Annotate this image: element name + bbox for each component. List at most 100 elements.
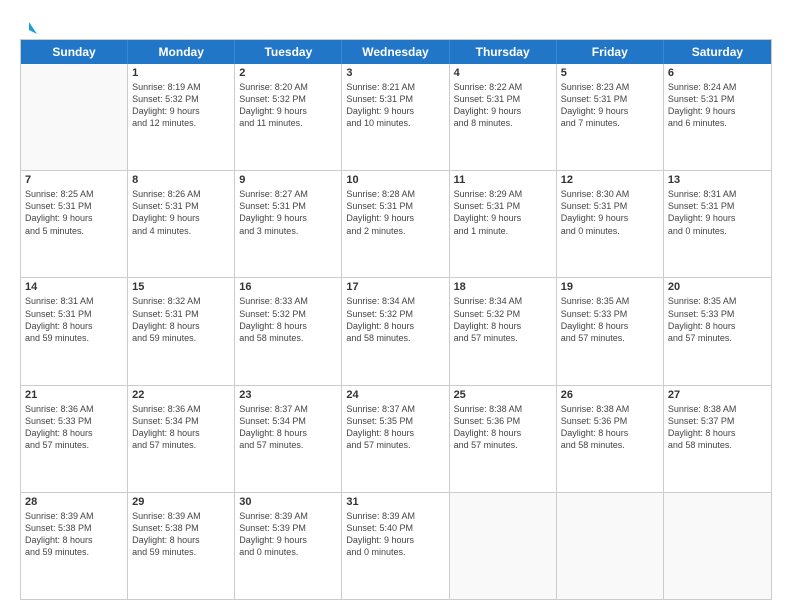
day-info: Sunrise: 8:37 AM Sunset: 5:35 PM Dayligh… bbox=[346, 403, 444, 452]
calendar-cell-1-3: 2 Sunrise: 8:20 AM Sunset: 5:32 PM Daylig… bbox=[235, 64, 342, 170]
calendar-cell-2-4: 10Sunrise: 8:28 AM Sunset: 5:31 PM Dayli… bbox=[342, 171, 449, 277]
header bbox=[20, 18, 772, 33]
calendar-week-3: 14 Sunrise: 8:31 AM Sunset: 5:31 PM Dayli… bbox=[21, 277, 771, 384]
day-number: 21 bbox=[25, 389, 123, 401]
calendar-week-5: 28 Sunrise: 8:39 AM Sunset: 5:38 PM Dayli… bbox=[21, 492, 771, 599]
day-number: 27 bbox=[668, 389, 767, 401]
calendar-cell-2-2: 8 Sunrise: 8:26 AM Sunset: 5:31 PM Daylig… bbox=[128, 171, 235, 277]
day-info: Sunrise: 8:39 AM Sunset: 5:38 PM Dayligh… bbox=[132, 510, 230, 559]
calendar-cell-1-4: 3 Sunrise: 8:21 AM Sunset: 5:31 PM Daylig… bbox=[342, 64, 449, 170]
calendar-cell-2-5: 11Sunrise: 8:29 AM Sunset: 5:31 PM Dayli… bbox=[450, 171, 557, 277]
calendar-cell-5-7 bbox=[664, 493, 771, 599]
calendar-body: 1 Sunrise: 8:19 AM Sunset: 5:32 PM Daylig… bbox=[21, 64, 771, 599]
day-number: 12 bbox=[561, 174, 659, 186]
calendar-cell-1-5: 4 Sunrise: 8:22 AM Sunset: 5:31 PM Daylig… bbox=[450, 64, 557, 170]
calendar-cell-4-1: 21Sunrise: 8:36 AM Sunset: 5:33 PM Dayli… bbox=[21, 386, 128, 492]
day-info: Sunrise: 8:38 AM Sunset: 5:37 PM Dayligh… bbox=[668, 403, 767, 452]
calendar-header-monday: Monday bbox=[128, 40, 235, 64]
day-number: 8 bbox=[132, 174, 230, 186]
calendar-week-1: 1 Sunrise: 8:19 AM Sunset: 5:32 PM Daylig… bbox=[21, 64, 771, 170]
day-number: 10 bbox=[346, 174, 444, 186]
day-number: 16 bbox=[239, 281, 337, 293]
calendar-header-wednesday: Wednesday bbox=[342, 40, 449, 64]
day-info: Sunrise: 8:34 AM Sunset: 5:32 PM Dayligh… bbox=[454, 295, 552, 344]
day-info: Sunrise: 8:24 AM Sunset: 5:31 PM Dayligh… bbox=[668, 81, 767, 130]
day-number: 5 bbox=[561, 67, 659, 79]
day-info: Sunrise: 8:39 AM Sunset: 5:39 PM Dayligh… bbox=[239, 510, 337, 559]
calendar-cell-4-4: 24 Sunrise: 8:37 AM Sunset: 5:35 PM Dayli… bbox=[342, 386, 449, 492]
calendar-cell-2-1: 7 Sunrise: 8:25 AM Sunset: 5:31 PM Daylig… bbox=[21, 171, 128, 277]
day-number: 13 bbox=[668, 174, 767, 186]
day-number: 2 bbox=[239, 67, 337, 79]
calendar-cell-3-5: 18 Sunrise: 8:34 AM Sunset: 5:32 PM Dayli… bbox=[450, 278, 557, 384]
day-info: Sunrise: 8:36 AM Sunset: 5:34 PM Dayligh… bbox=[132, 403, 230, 452]
day-info: Sunrise: 8:25 AM Sunset: 5:31 PM Dayligh… bbox=[25, 188, 123, 237]
day-number: 31 bbox=[346, 496, 444, 508]
day-info: Sunrise: 8:22 AM Sunset: 5:31 PM Dayligh… bbox=[454, 81, 552, 130]
calendar-cell-2-6: 12 Sunrise: 8:30 AM Sunset: 5:31 PM Dayli… bbox=[557, 171, 664, 277]
calendar-header-row: SundayMondayTuesdayWednesdayThursdayFrid… bbox=[21, 40, 771, 64]
day-number: 15 bbox=[132, 281, 230, 293]
day-number: 14 bbox=[25, 281, 123, 293]
calendar-cell-3-4: 17 Sunrise: 8:34 AM Sunset: 5:32 PM Dayli… bbox=[342, 278, 449, 384]
calendar-cell-1-6: 5 Sunrise: 8:23 AM Sunset: 5:31 PM Daylig… bbox=[557, 64, 664, 170]
calendar-cell-5-3: 30 Sunrise: 8:39 AM Sunset: 5:39 PM Dayli… bbox=[235, 493, 342, 599]
calendar-header-thursday: Thursday bbox=[450, 40, 557, 64]
calendar-cell-5-1: 28 Sunrise: 8:39 AM Sunset: 5:38 PM Dayli… bbox=[21, 493, 128, 599]
day-number: 3 bbox=[346, 67, 444, 79]
logo-bird-icon bbox=[21, 20, 37, 36]
calendar-cell-5-6 bbox=[557, 493, 664, 599]
day-number: 18 bbox=[454, 281, 552, 293]
day-number: 26 bbox=[561, 389, 659, 401]
day-number: 9 bbox=[239, 174, 337, 186]
day-info: Sunrise: 8:32 AM Sunset: 5:31 PM Dayligh… bbox=[132, 295, 230, 344]
day-info: Sunrise: 8:29 AM Sunset: 5:31 PM Dayligh… bbox=[454, 188, 552, 237]
page: SundayMondayTuesdayWednesdayThursdayFrid… bbox=[0, 0, 792, 612]
day-number: 24 bbox=[346, 389, 444, 401]
day-number: 28 bbox=[25, 496, 123, 508]
day-info: Sunrise: 8:26 AM Sunset: 5:31 PM Dayligh… bbox=[132, 188, 230, 237]
day-number: 7 bbox=[25, 174, 123, 186]
calendar-cell-2-7: 13 Sunrise: 8:31 AM Sunset: 5:31 PM Dayli… bbox=[664, 171, 771, 277]
day-number: 19 bbox=[561, 281, 659, 293]
day-info: Sunrise: 8:39 AM Sunset: 5:40 PM Dayligh… bbox=[346, 510, 444, 559]
calendar-cell-3-1: 14 Sunrise: 8:31 AM Sunset: 5:31 PM Dayli… bbox=[21, 278, 128, 384]
calendar-cell-5-4: 31 Sunrise: 8:39 AM Sunset: 5:40 PM Dayli… bbox=[342, 493, 449, 599]
day-info: Sunrise: 8:35 AM Sunset: 5:33 PM Dayligh… bbox=[561, 295, 659, 344]
day-info: Sunrise: 8:38 AM Sunset: 5:36 PM Dayligh… bbox=[454, 403, 552, 452]
calendar: SundayMondayTuesdayWednesdayThursdayFrid… bbox=[20, 39, 772, 600]
day-number: 29 bbox=[132, 496, 230, 508]
day-info: Sunrise: 8:39 AM Sunset: 5:38 PM Dayligh… bbox=[25, 510, 123, 559]
day-info: Sunrise: 8:31 AM Sunset: 5:31 PM Dayligh… bbox=[25, 295, 123, 344]
day-info: Sunrise: 8:31 AM Sunset: 5:31 PM Dayligh… bbox=[668, 188, 767, 237]
day-info: Sunrise: 8:30 AM Sunset: 5:31 PM Dayligh… bbox=[561, 188, 659, 237]
day-info: Sunrise: 8:35 AM Sunset: 5:33 PM Dayligh… bbox=[668, 295, 767, 344]
day-info: Sunrise: 8:27 AM Sunset: 5:31 PM Dayligh… bbox=[239, 188, 337, 237]
day-number: 1 bbox=[132, 67, 230, 79]
logo bbox=[20, 22, 37, 33]
day-number: 17 bbox=[346, 281, 444, 293]
day-number: 6 bbox=[668, 67, 767, 79]
calendar-cell-3-3: 16Sunrise: 8:33 AM Sunset: 5:32 PM Dayli… bbox=[235, 278, 342, 384]
day-number: 4 bbox=[454, 67, 552, 79]
calendar-header-saturday: Saturday bbox=[664, 40, 771, 64]
calendar-week-4: 21Sunrise: 8:36 AM Sunset: 5:33 PM Dayli… bbox=[21, 385, 771, 492]
day-info: Sunrise: 8:21 AM Sunset: 5:31 PM Dayligh… bbox=[346, 81, 444, 130]
day-info: Sunrise: 8:23 AM Sunset: 5:31 PM Dayligh… bbox=[561, 81, 659, 130]
calendar-cell-4-6: 26 Sunrise: 8:38 AM Sunset: 5:36 PM Dayli… bbox=[557, 386, 664, 492]
calendar-cell-2-3: 9 Sunrise: 8:27 AM Sunset: 5:31 PM Daylig… bbox=[235, 171, 342, 277]
day-number: 23 bbox=[239, 389, 337, 401]
day-info: Sunrise: 8:20 AM Sunset: 5:32 PM Dayligh… bbox=[239, 81, 337, 130]
calendar-cell-4-5: 25Sunrise: 8:38 AM Sunset: 5:36 PM Dayli… bbox=[450, 386, 557, 492]
calendar-week-2: 7 Sunrise: 8:25 AM Sunset: 5:31 PM Daylig… bbox=[21, 170, 771, 277]
calendar-cell-5-2: 29 Sunrise: 8:39 AM Sunset: 5:38 PM Dayli… bbox=[128, 493, 235, 599]
calendar-cell-5-5 bbox=[450, 493, 557, 599]
calendar-cell-4-3: 23Sunrise: 8:37 AM Sunset: 5:34 PM Dayli… bbox=[235, 386, 342, 492]
calendar-header-friday: Friday bbox=[557, 40, 664, 64]
day-number: 20 bbox=[668, 281, 767, 293]
day-number: 30 bbox=[239, 496, 337, 508]
day-info: Sunrise: 8:38 AM Sunset: 5:36 PM Dayligh… bbox=[561, 403, 659, 452]
calendar-cell-1-7: 6 Sunrise: 8:24 AM Sunset: 5:31 PM Daylig… bbox=[664, 64, 771, 170]
day-info: Sunrise: 8:19 AM Sunset: 5:32 PM Dayligh… bbox=[132, 81, 230, 130]
day-info: Sunrise: 8:34 AM Sunset: 5:32 PM Dayligh… bbox=[346, 295, 444, 344]
